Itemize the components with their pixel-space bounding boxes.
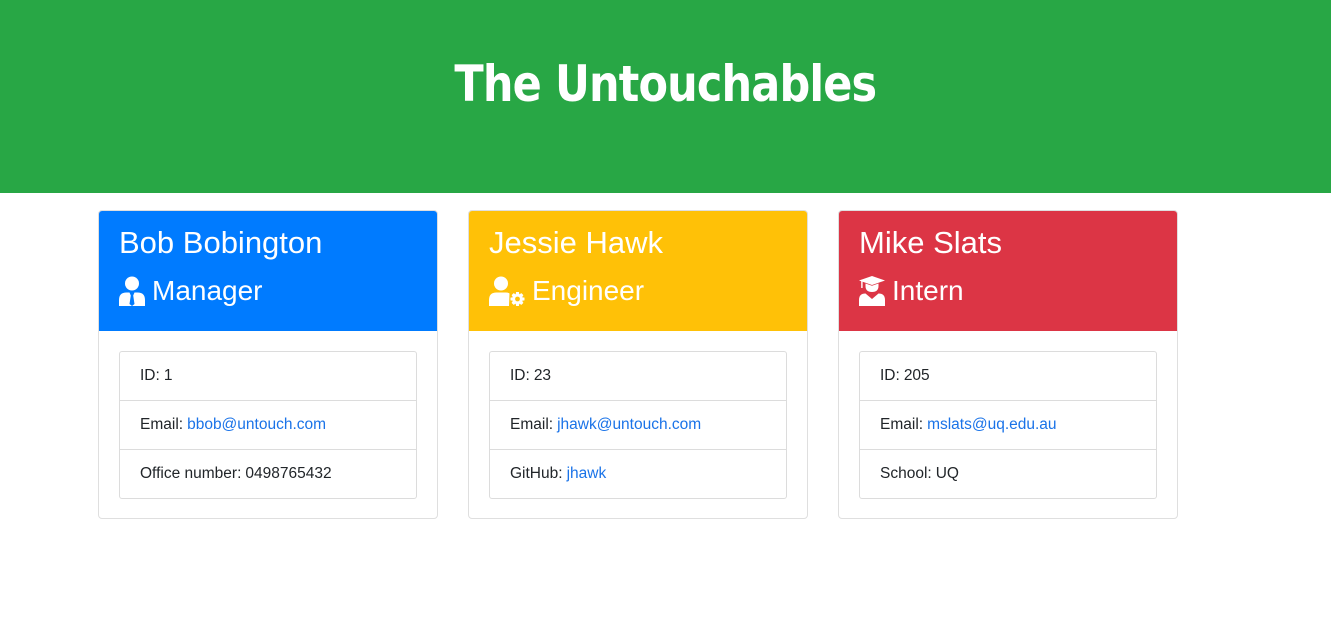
card-body: ID: 23 Email: jhawk@untouch.com GitHub: … <box>469 331 807 499</box>
page-title: The Untouchables <box>454 55 878 113</box>
office-number-value: 0498765432 <box>245 465 332 482</box>
id-label: ID: <box>510 367 530 384</box>
school-label: School: <box>880 465 932 482</box>
employee-role: Manager <box>119 271 417 311</box>
employee-card-engineer: Jessie Hawk Engineer ID: 23 Email: jhawk… <box>468 210 808 519</box>
role-label: Engineer <box>532 275 645 306</box>
card-body: ID: 1 Email: bbob@untouch.com Office num… <box>99 331 437 499</box>
email-link[interactable]: jhawk@untouch.com <box>557 416 701 434</box>
employee-card-manager: Bob Bobington Manager ID: 1 Email: bbob@… <box>98 210 438 519</box>
id-value: 1 <box>163 367 173 384</box>
info-list: ID: 205 Email: mslats@uq.edu.au School: … <box>859 351 1157 499</box>
id-label: ID: <box>880 367 900 384</box>
employee-name: Mike Slats <box>859 225 1002 260</box>
role-label: Intern <box>892 275 964 306</box>
id-row: ID: 1 <box>120 352 416 400</box>
email-label: Email: <box>880 416 924 433</box>
info-list: ID: 1 Email: bbob@untouch.com Office num… <box>119 351 417 499</box>
employee-name: Jessie Hawk <box>489 225 663 260</box>
email-row: Email: bbob@untouch.com <box>120 400 416 449</box>
id-row: ID: 205 <box>860 352 1156 400</box>
employee-role: Intern <box>859 271 1157 311</box>
office-number-label: Office number: <box>140 465 242 482</box>
school-row: School: UQ <box>860 449 1156 498</box>
id-value: 23 <box>533 367 552 384</box>
page-banner: The Untouchables <box>0 0 1331 193</box>
employee-card-intern: Mike Slats Intern ID: 205 Email: mslats@… <box>838 210 1178 519</box>
office-number-row: Office number: 0498765432 <box>120 449 416 498</box>
email-label: Email: <box>510 416 554 433</box>
card-body: ID: 205 Email: mslats@uq.edu.au School: … <box>839 331 1177 499</box>
info-list: ID: 23 Email: jhawk@untouch.com GitHub: … <box>489 351 787 499</box>
employee-name: Bob Bobington <box>119 225 323 260</box>
id-row: ID: 23 <box>490 352 786 400</box>
role-label: Manager <box>152 275 263 306</box>
github-link[interactable]: jhawk <box>567 465 607 483</box>
user-graduate-icon <box>859 276 885 306</box>
github-row: GitHub: jhawk <box>490 449 786 498</box>
email-link[interactable]: mslats@uq.edu.au <box>927 416 1056 434</box>
card-header: Bob Bobington Manager <box>99 211 437 331</box>
email-row: Email: jhawk@untouch.com <box>490 400 786 449</box>
email-label: Email: <box>140 416 184 433</box>
email-row: Email: mslats@uq.edu.au <box>860 400 1156 449</box>
github-label: GitHub: <box>510 465 563 482</box>
card-header: Mike Slats Intern <box>839 211 1177 331</box>
employee-role: Engineer <box>489 271 787 311</box>
card-header: Jessie Hawk Engineer <box>469 211 807 331</box>
email-link[interactable]: bbob@untouch.com <box>187 416 326 434</box>
team-cards: Bob Bobington Manager ID: 1 Email: bbob@… <box>0 193 1331 633</box>
school-value: UQ <box>935 465 959 482</box>
user-tie-icon <box>119 276 145 306</box>
user-cog-icon <box>489 276 525 306</box>
id-label: ID: <box>140 367 160 384</box>
id-value: 205 <box>903 367 930 384</box>
